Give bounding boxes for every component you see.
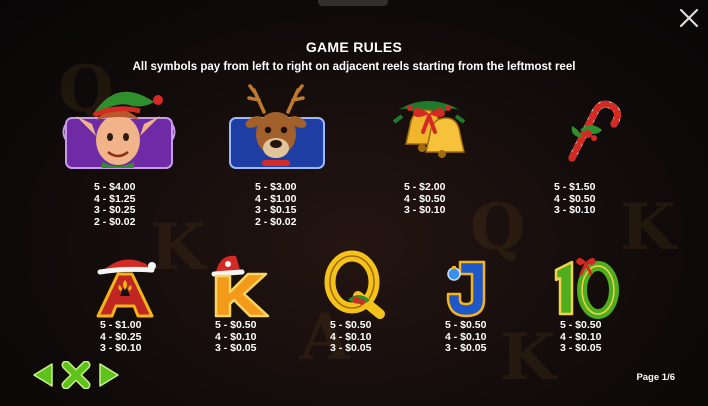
reindeer-paytable: 5 - $3.00 4 - $1.00 3 - $0.15 2 - $0.02 (255, 181, 297, 228)
ace-paytable: 5 - $1.00 4 - $0.25 3 - $0.10 (100, 319, 142, 355)
pay-line: 3 - $0.05 (215, 342, 257, 355)
elf-paytable: 5 - $4.00 4 - $1.25 3 - $0.25 2 - $0.02 (94, 181, 136, 228)
pay-line: 3 - $0.05 (445, 342, 487, 355)
arrow-right-icon (99, 363, 119, 387)
rules-subtitle: All symbols pay from left to right on ad… (132, 61, 576, 73)
close-icon[interactable] (676, 5, 702, 31)
pay-line: 5 - $4.00 (94, 181, 136, 193)
pay-line: 2 - $0.02 (94, 215, 136, 228)
pay-line: 5 - $0.50 (215, 319, 257, 331)
pay-line: 2 - $0.02 (255, 215, 297, 228)
pay-line: 5 - $3.00 (255, 181, 297, 193)
queen-symbol-icon: Q (324, 250, 385, 319)
background-tab (318, 0, 388, 6)
pay-line: 5 - $0.50 (560, 319, 602, 331)
jack-symbol-icon: J (446, 260, 486, 318)
prev-page-button[interactable] (30, 361, 56, 394)
king-symbol-icon: K (211, 255, 270, 318)
elf-symbol-icon (62, 91, 176, 169)
pay-line: 3 - $0.05 (560, 342, 602, 355)
exit-rules-button[interactable] (60, 360, 92, 394)
bells-paytable: 5 - $2.00 4 - $0.50 3 - $0.10 (404, 181, 446, 217)
next-page-button[interactable] (96, 361, 122, 394)
pay-line: 5 - $0.50 (330, 319, 372, 331)
x-icon (61, 360, 91, 390)
pagination-controls (30, 360, 122, 394)
pay-line: 3 - $0.10 (554, 204, 596, 217)
pay-line: 3 - $0.05 (330, 342, 372, 355)
page-indicator: Page 1/6 (636, 372, 675, 383)
pay-line: 5 - $1.50 (554, 181, 596, 193)
ten-paytable: 5 - $0.50 4 - $0.10 3 - $0.05 (560, 319, 602, 355)
jack-paytable: 5 - $0.50 4 - $0.10 3 - $0.05 (445, 319, 487, 355)
king-paytable: 5 - $0.50 4 - $0.10 3 - $0.05 (215, 319, 257, 355)
pay-line: 3 - $0.10 (404, 204, 446, 217)
arrow-left-icon (33, 363, 53, 387)
candy-cane-paytable: 5 - $1.50 4 - $0.50 3 - $0.10 (554, 181, 596, 217)
queen-paytable: 5 - $0.50 4 - $0.10 3 - $0.05 (330, 319, 372, 355)
reindeer-symbol-icon (229, 84, 325, 169)
page-title: GAME RULES (305, 39, 403, 55)
bells-symbol-icon (392, 101, 466, 158)
candy-cane-symbol-icon (568, 100, 621, 162)
ten-symbol-icon: 10 (554, 258, 619, 319)
pay-line: 5 - $1.00 (100, 319, 142, 331)
ace-symbol-icon: A (96, 259, 156, 318)
pay-line: 5 - $2.00 (404, 181, 446, 193)
pay-line: 3 - $0.10 (100, 342, 142, 355)
pay-line: 5 - $0.50 (445, 319, 487, 331)
